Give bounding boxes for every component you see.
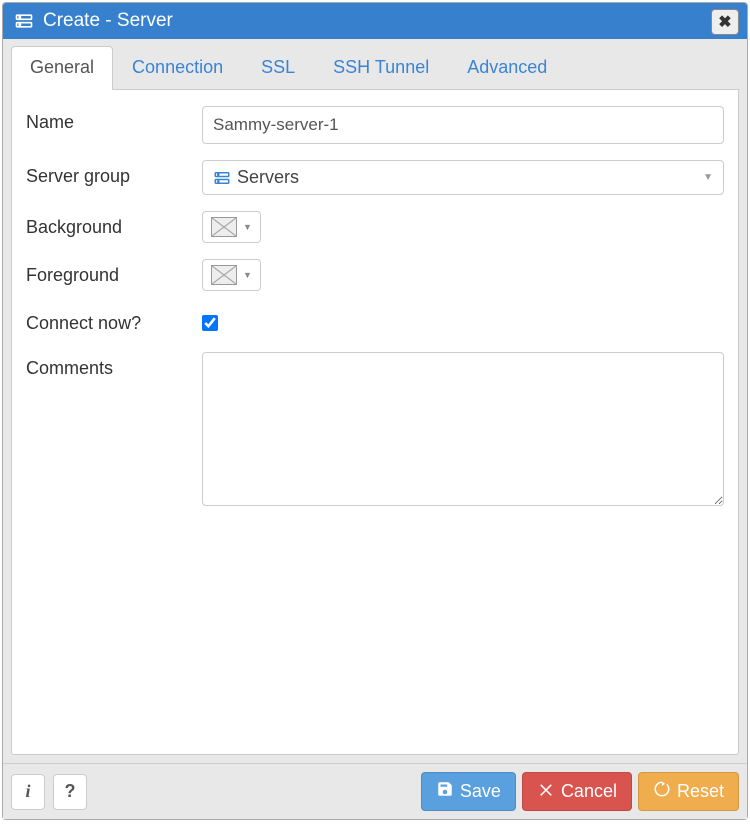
tab-bar: General Connection SSL SSH Tunnel Advanc…: [11, 45, 739, 90]
label-server-group: Server group: [26, 160, 202, 188]
dialog-body: General Connection SSL SSH Tunnel Advanc…: [3, 39, 747, 763]
server-group-value: Servers: [237, 167, 703, 188]
chevron-down-icon: ▼: [243, 270, 252, 280]
chevron-down-icon: ▼: [243, 222, 252, 232]
reset-button[interactable]: Reset: [638, 772, 739, 811]
row-background: Background ▼: [26, 211, 724, 243]
comments-textarea[interactable]: [202, 352, 724, 506]
cancel-button[interactable]: Cancel: [522, 772, 632, 811]
servers-icon: [213, 169, 231, 187]
row-connect-now: Connect now?: [26, 307, 724, 336]
save-label: Save: [460, 781, 501, 802]
tab-ssh-tunnel[interactable]: SSH Tunnel: [314, 46, 448, 90]
reset-icon: [653, 780, 671, 803]
tab-panel-general: Name Server group: [11, 90, 739, 755]
info-button[interactable]: i: [11, 774, 45, 810]
label-connect-now: Connect now?: [26, 307, 202, 335]
dialog-footer: i ? Save Cancel: [3, 763, 747, 819]
cancel-label: Cancel: [561, 781, 617, 802]
save-icon: [436, 780, 454, 803]
chevron-down-icon: ▼: [703, 172, 713, 183]
close-button[interactable]: ✖: [711, 9, 739, 35]
row-comments: Comments: [26, 352, 724, 511]
row-server-group: Server group Servers ▼: [26, 160, 724, 195]
tab-connection[interactable]: Connection: [113, 46, 242, 90]
help-button[interactable]: ?: [53, 774, 87, 810]
no-color-swatch-icon: [211, 217, 237, 237]
row-name: Name: [26, 106, 724, 144]
label-foreground: Foreground: [26, 259, 202, 287]
label-background: Background: [26, 211, 202, 239]
connect-now-checkbox[interactable]: [202, 315, 218, 331]
dialog-title: Create - Server: [43, 10, 173, 32]
background-color-picker[interactable]: ▼: [202, 211, 261, 243]
server-icon: [13, 10, 35, 32]
dialog-header: Create - Server ✖: [3, 3, 747, 39]
foreground-color-picker[interactable]: ▼: [202, 259, 261, 291]
help-icon: ?: [65, 781, 76, 802]
info-icon: i: [25, 781, 30, 802]
save-button[interactable]: Save: [421, 772, 516, 811]
create-server-dialog: Create - Server ✖ General Connection SSL…: [2, 2, 748, 820]
close-icon: ✖: [718, 12, 731, 32]
name-input[interactable]: [202, 106, 724, 144]
tab-ssl[interactable]: SSL: [242, 46, 314, 90]
tab-general[interactable]: General: [11, 46, 113, 90]
reset-label: Reset: [677, 781, 724, 802]
cancel-icon: [537, 780, 555, 803]
row-foreground: Foreground ▼: [26, 259, 724, 291]
no-color-swatch-icon: [211, 265, 237, 285]
label-comments: Comments: [26, 352, 202, 380]
server-group-select[interactable]: Servers ▼: [202, 160, 724, 195]
tab-advanced[interactable]: Advanced: [448, 46, 566, 90]
label-name: Name: [26, 106, 202, 134]
